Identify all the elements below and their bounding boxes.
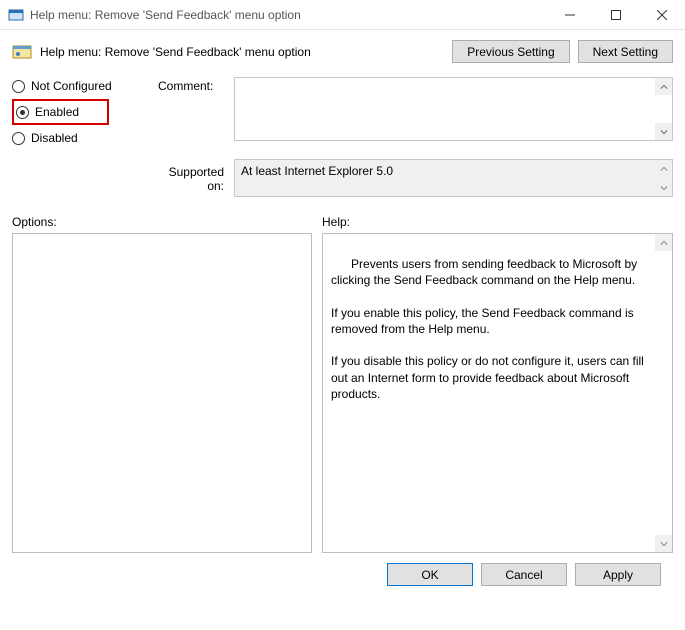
radio-enabled[interactable]: Enabled — [12, 99, 109, 125]
ok-button[interactable]: OK — [387, 563, 473, 586]
radio-label: Not Configured — [31, 79, 112, 93]
close-button[interactable] — [639, 0, 685, 29]
radio-icon — [12, 80, 25, 93]
supported-on-box: At least Internet Explorer 5.0 — [234, 159, 673, 197]
radio-not-configured[interactable]: Not Configured — [12, 79, 152, 93]
comment-label: Comment: — [158, 77, 228, 145]
titlebar: Help menu: Remove 'Send Feedback' menu o… — [0, 0, 685, 30]
help-label: Help: — [322, 215, 673, 229]
comment-input[interactable] — [234, 77, 673, 141]
next-setting-button[interactable]: Next Setting — [578, 40, 673, 63]
window-title: Help menu: Remove 'Send Feedback' menu o… — [30, 8, 547, 22]
supported-on-value: At least Internet Explorer 5.0 — [241, 164, 393, 178]
options-label: Options: — [12, 215, 312, 229]
radio-icon — [16, 106, 29, 119]
scroll-down-icon[interactable] — [655, 179, 672, 196]
scroll-up-icon[interactable] — [655, 160, 672, 177]
radio-label: Enabled — [35, 105, 79, 119]
minimize-button[interactable] — [547, 0, 593, 29]
radio-disabled[interactable]: Disabled — [12, 131, 152, 145]
help-text: Prevents users from sending feedback to … — [331, 257, 647, 401]
radio-icon — [12, 132, 25, 145]
options-panel — [12, 233, 312, 553]
page-title: Help menu: Remove 'Send Feedback' menu o… — [40, 45, 444, 59]
cancel-button[interactable]: Cancel — [481, 563, 567, 586]
apply-button[interactable]: Apply — [575, 563, 661, 586]
maximize-button[interactable] — [593, 0, 639, 29]
scroll-down-icon[interactable] — [655, 535, 672, 552]
scroll-up-icon[interactable] — [655, 234, 672, 251]
radio-label: Disabled — [31, 131, 78, 145]
help-panel: Prevents users from sending feedback to … — [322, 233, 673, 553]
scroll-up-icon[interactable] — [655, 78, 672, 95]
policy-icon — [12, 42, 32, 62]
scroll-down-icon[interactable] — [655, 123, 672, 140]
supported-on-label: Supported on: — [158, 159, 228, 193]
policy-icon — [8, 7, 24, 23]
previous-setting-button[interactable]: Previous Setting — [452, 40, 569, 63]
